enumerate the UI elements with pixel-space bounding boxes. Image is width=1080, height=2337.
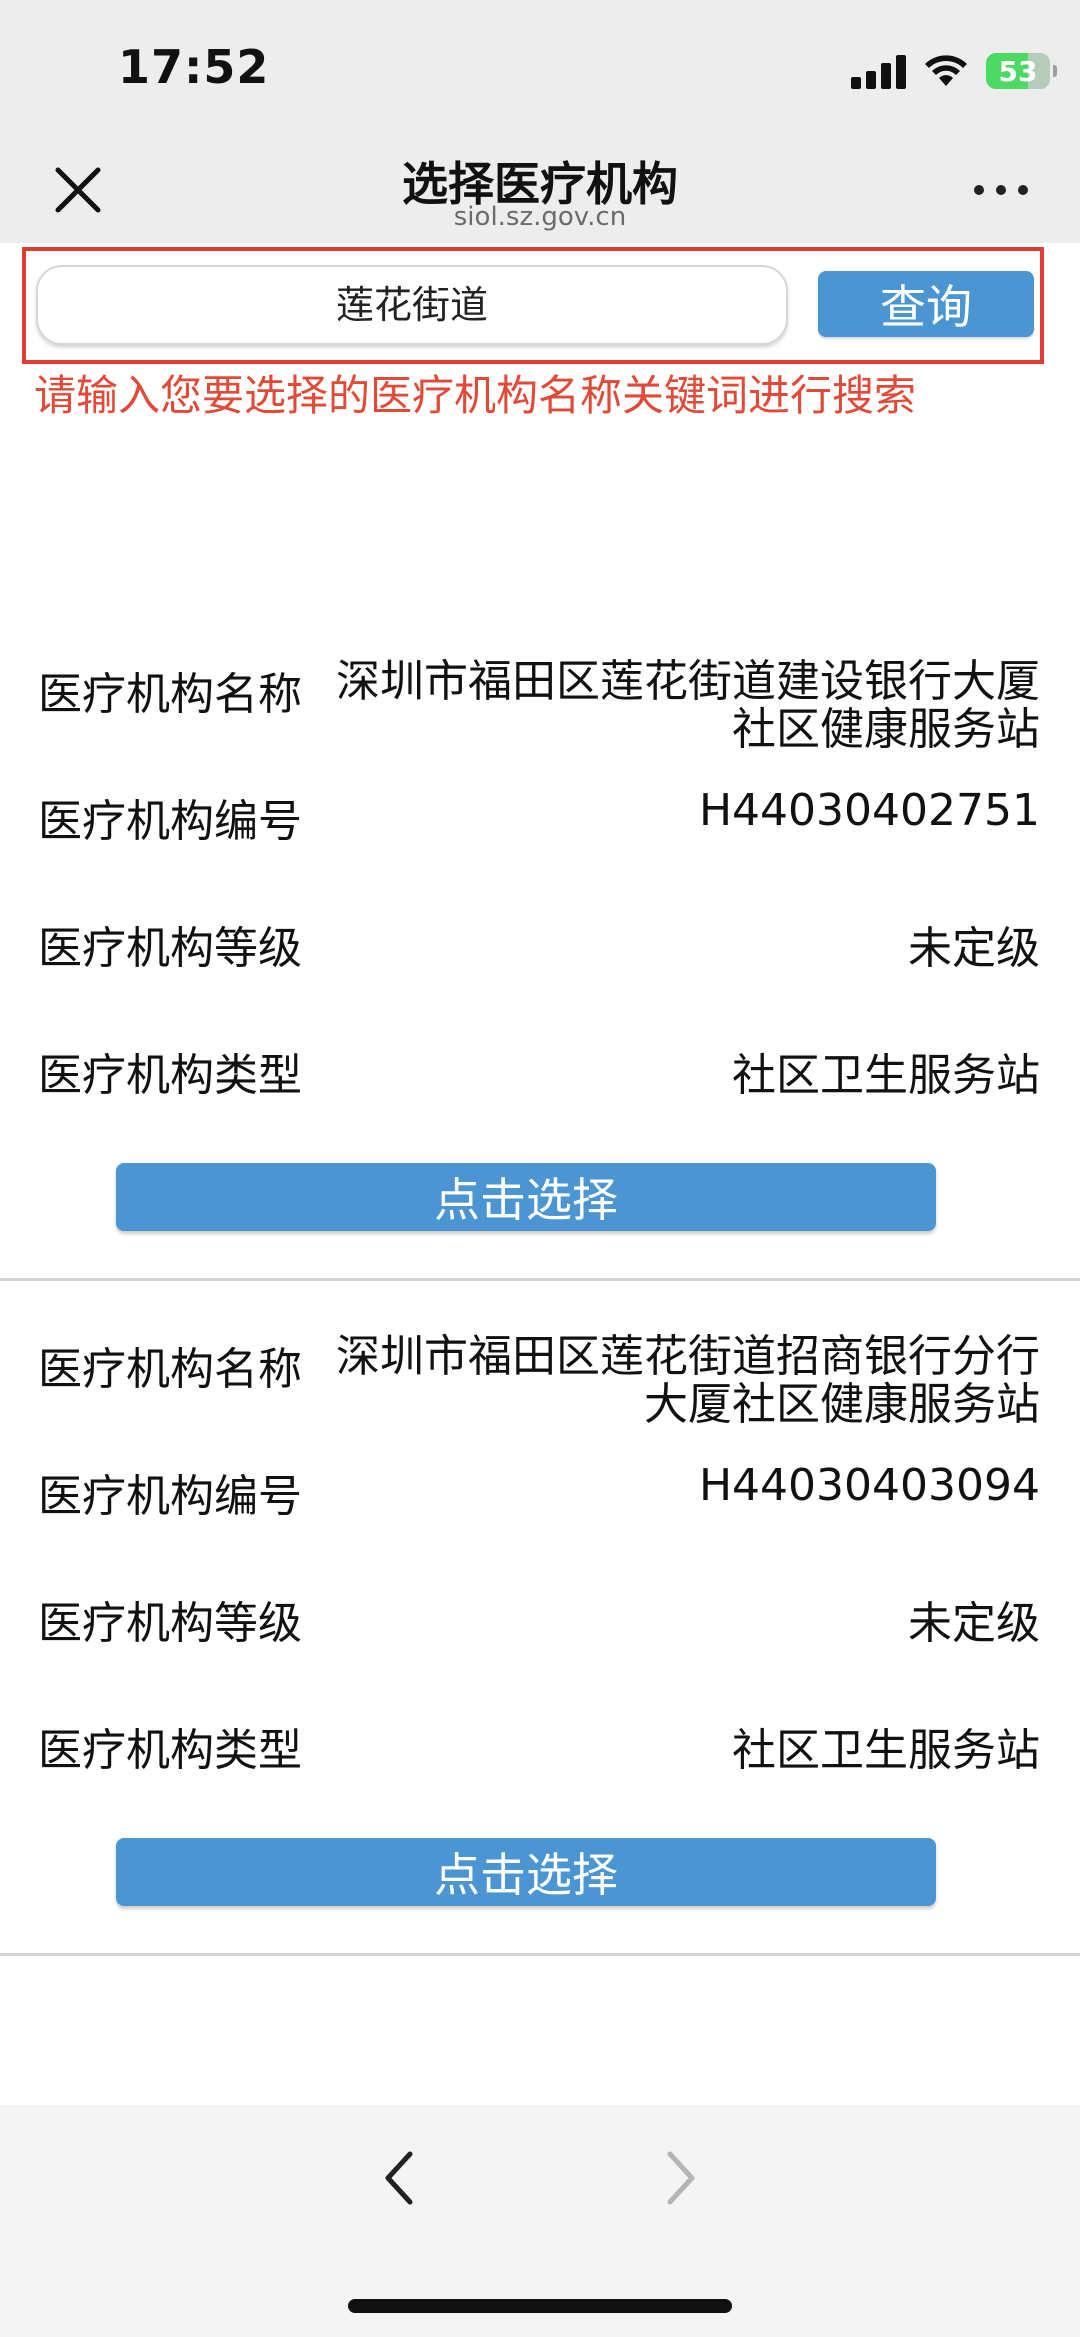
top-bar: 17:52 53 选择医疗机构 siol.sz.gov.cn xyxy=(0,0,1080,243)
battery-level: 53 xyxy=(998,54,1038,88)
name-label: 医疗机构名称 xyxy=(38,1344,302,1395)
name-value: 深圳市福田区莲花街道招商银行分行大厦社区健康服务站 xyxy=(336,1331,1040,1430)
code-value: H44030402751 xyxy=(698,785,1040,836)
divider xyxy=(0,1953,1080,1956)
code-label: 医疗机构编号 xyxy=(38,1471,302,1522)
level-value: 未定级 xyxy=(908,923,1040,974)
level-value: 未定级 xyxy=(908,1598,1040,1649)
code-label: 医疗机构编号 xyxy=(38,796,302,847)
signal-icon xyxy=(851,53,906,89)
divider xyxy=(0,1278,1080,1281)
status-icons: 53 xyxy=(851,50,1057,92)
battery-icon: 53 xyxy=(986,53,1057,89)
more-icon[interactable] xyxy=(974,185,1028,195)
search-hint: 请输入您要选择的医疗机构名称关键词进行搜索 xyxy=(34,371,917,420)
select-button[interactable]: 点击选择 xyxy=(116,1163,936,1231)
code-value: H44030403094 xyxy=(698,1460,1040,1511)
search-input[interactable]: 莲花街道 xyxy=(36,265,788,345)
query-button[interactable]: 查询 xyxy=(818,271,1034,337)
select-button[interactable]: 点击选择 xyxy=(116,1838,936,1906)
search-area: 莲花街道 查询 xyxy=(22,247,1044,364)
level-label: 医疗机构等级 xyxy=(38,923,302,974)
type-label: 医疗机构类型 xyxy=(38,1050,302,1101)
name-label: 医疗机构名称 xyxy=(38,669,302,720)
type-value: 社区卫生服务站 xyxy=(732,1050,1040,1101)
page-domain: siol.sz.gov.cn xyxy=(453,202,627,232)
name-value: 深圳市福田区莲花街道建设银行大厦社区健康服务站 xyxy=(336,656,1040,755)
forward-icon[interactable] xyxy=(660,2148,700,2208)
level-label: 医疗机构等级 xyxy=(38,1598,302,1649)
wifi-icon xyxy=(924,54,968,88)
status-time: 17:52 xyxy=(118,40,270,94)
type-value: 社区卫生服务站 xyxy=(732,1725,1040,1776)
type-label: 医疗机构类型 xyxy=(38,1725,302,1776)
home-indicator[interactable] xyxy=(348,2299,732,2313)
back-icon[interactable] xyxy=(380,2148,420,2208)
